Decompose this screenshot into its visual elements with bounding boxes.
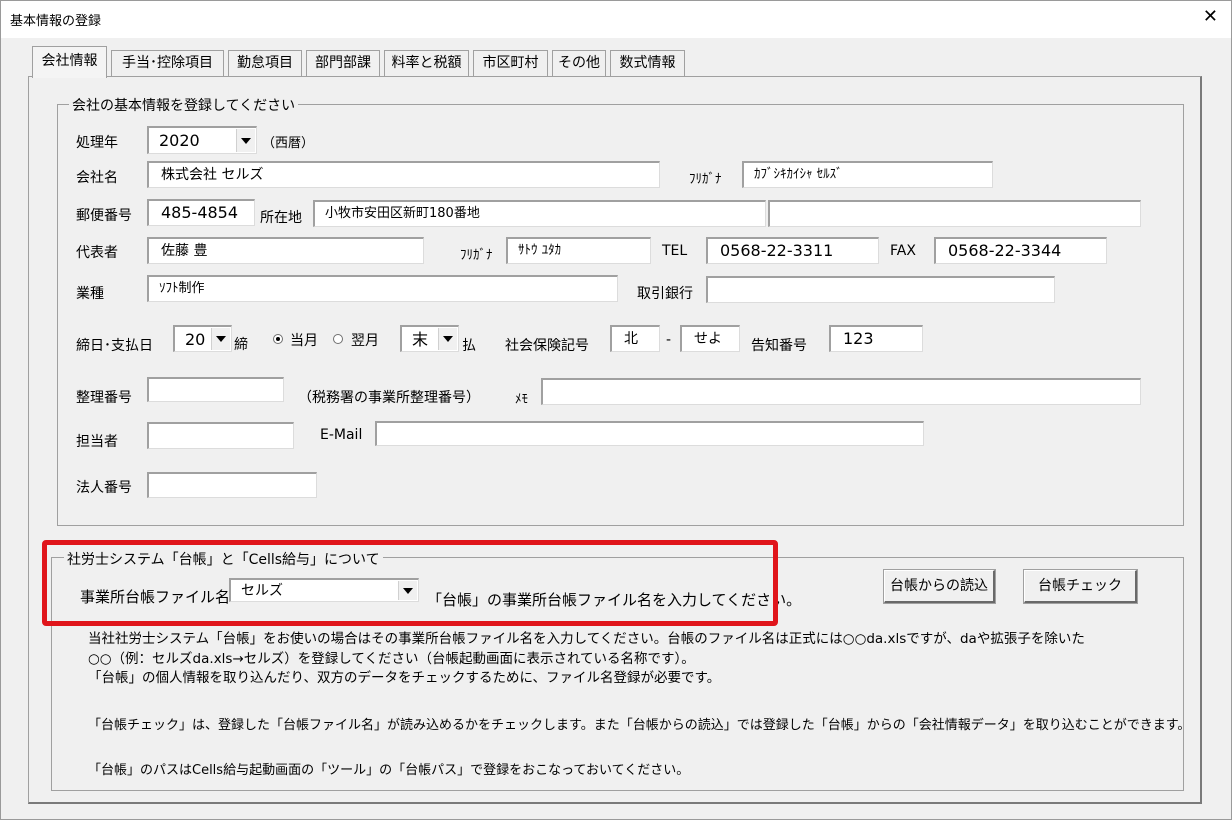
email-field[interactable] [375,421,924,446]
bank-field[interactable] [706,276,1055,303]
insurance-code2-field[interactable]: せよ [680,325,740,352]
tab-allowance-deduction[interactable]: 手当･控除項目 [111,50,224,77]
year-era-label: （西暦） [262,136,315,151]
representative-label: 代表者 [76,245,118,261]
bank-label: 取引銀行 [637,286,693,302]
pay-day-value: 末 [412,330,429,349]
closing-label: 締日･支払日 [76,338,153,354]
tab-company-info[interactable]: 会社情報 [32,46,107,78]
import-from-ledger-button[interactable]: 台帳からの読込 [883,569,996,604]
fax-field[interactable]: 0568-22-3344 [934,237,1107,264]
pay-suffix: 払 [462,338,476,354]
ledger-check-button[interactable]: 台帳チェック [1023,569,1138,604]
zip-label: 郵便番号 [76,208,132,224]
memo-label: ﾒﾓ [515,392,528,407]
representative-kana-label: ﾌﾘｶﾞﾅ [460,248,493,263]
chevron-down-icon [403,587,413,594]
chevron-down-icon [216,336,226,342]
address1-field[interactable]: 小牧市安田区新町180番地 [313,200,766,227]
ledger-file-label: 事業所台帳ファイル名 [80,588,231,606]
ledger-file-dropdown-button[interactable] [398,581,417,600]
year-select[interactable]: 2020 [147,126,257,154]
representative-kana-field[interactable]: ｻﾄｳ ﾕﾀｶ [506,237,651,264]
year-value: 2020 [159,131,200,150]
insurance-label: 社会保険記号 [505,338,589,354]
company-kana-field[interactable]: ｶﾌﾞｼｷｶｲｼｬ ｾﾙｽﾞ [742,161,993,188]
insurance-code1-field[interactable]: 北 [610,325,660,352]
company-name-field[interactable]: 株式会社 セルズ [147,161,660,188]
corporate-number-label: 法人番号 [76,480,132,496]
address-label: 所在地 [260,210,302,226]
representative-field[interactable]: 佐藤 豊 [147,237,424,264]
chevron-down-icon [241,137,251,144]
radio-current-month-label[interactable]: 当月 [290,330,318,350]
memo-field[interactable] [541,378,1141,405]
reference-number-label: 整理番号 [76,390,132,406]
email-label: E-Mail [320,427,363,443]
reference-note: （税務署の事業所整理番号） [298,390,480,406]
tab-departments[interactable]: 部門部課 [306,50,380,77]
year-dropdown-button[interactable] [236,129,255,152]
tab-formula-info[interactable]: 数式情報 [610,50,685,77]
tab-municipalities[interactable]: 市区町村 [473,50,548,77]
staff-field[interactable] [147,422,294,449]
industry-field[interactable]: ｿﾌﾄ制作 [147,275,618,302]
industry-label: 業種 [76,286,104,302]
radio-next-month-label[interactable]: 翌月 [351,330,379,350]
ledger-group-legend: 社労士システム「台帳」と「Cells給与」について [64,549,383,569]
pay-day-select[interactable]: 末 [400,325,459,352]
ledger-note-3: 「台帳」の個人情報を取り込んだり、双方のデータをチェックするために、ファイル名登… [88,670,721,686]
tel-field[interactable]: 0568-22-3311 [706,237,879,264]
closing-day-select[interactable]: 20 [173,325,232,352]
address2-field[interactable] [768,200,1141,227]
ledger-note-5: 「台帳」のパスはCells給与起動画面の「ツール」の「台帳パス」で登録をおこなっ… [88,763,690,778]
closing-suffix: 締 [234,337,248,353]
company-group-legend: 会社の基本情報を登録してください [69,95,299,115]
window-title: 基本情報の登録 [10,14,102,29]
insurance-dash: - [666,332,672,348]
pay-dropdown-button[interactable] [438,328,457,350]
ledger-file-hint: 「台帳」の事業所台帳ファイル名を入力してください。 [427,591,802,609]
chevron-down-icon [443,336,453,342]
closing-day-value: 20 [185,330,206,349]
notice-number-field[interactable]: 123 [829,325,923,352]
tab-attendance[interactable]: 勤怠項目 [228,50,302,77]
closing-dropdown-button[interactable] [211,328,230,350]
radio-current-month[interactable] [273,334,283,344]
notice-number-label: 告知番号 [751,338,807,354]
corporate-number-field[interactable] [147,472,317,498]
radio-next-month[interactable] [333,334,343,344]
tab-rates-taxes[interactable]: 料率と税額 [384,50,469,77]
tel-label: TEL [662,243,688,259]
company-kana-label: ﾌﾘｶﾞﾅ [689,172,722,187]
staff-label: 担当者 [76,434,118,450]
ledger-note-1: 当社社労士システム「台帳」をお使いの場合はその事業所台帳ファイル名を入力してくだ… [88,631,1085,647]
fax-label: FAX [890,243,916,259]
ledger-note-2: ○○（例：セルズda.xls→セルズ）を登録してください（台帳起動画面に表示され… [88,651,695,667]
ledger-note-4: 「台帳チェック」は、登録した「台帳ファイル名」が読み込めるかをチェックします。ま… [88,718,1191,733]
company-name-label: 会社名 [76,170,118,186]
ledger-file-select[interactable]: セルズ [229,578,419,602]
close-icon[interactable]: ✕ [1203,6,1218,28]
title-bar: 基本情報の登録 ✕ [0,0,1232,39]
tab-other[interactable]: その他 [552,50,606,77]
year-label: 処理年 [76,135,118,151]
reference-number-field[interactable] [147,377,284,402]
zip-field[interactable]: 485-4854 [147,199,255,226]
ledger-file-value: セルズ [241,583,283,599]
